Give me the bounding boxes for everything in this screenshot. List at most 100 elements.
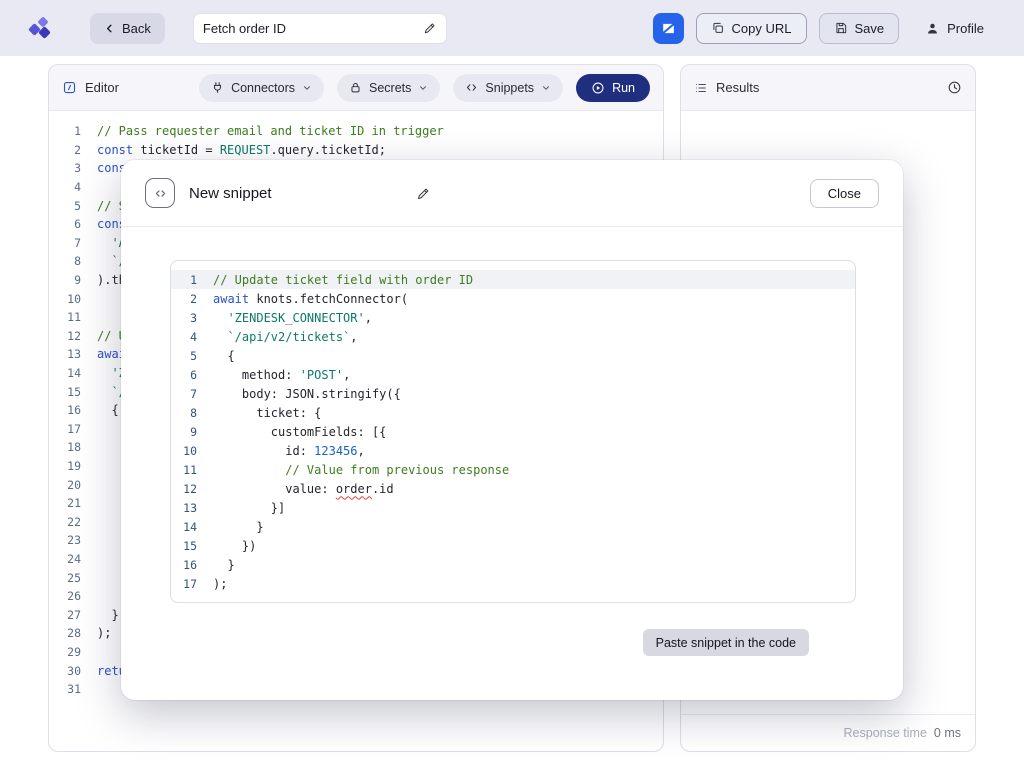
snippet-badge-icon (145, 178, 175, 208)
copy-url-label: Copy URL (732, 21, 792, 36)
line-number: 21 (49, 496, 81, 510)
line-number: 31 (49, 682, 81, 696)
line-number: 11 (171, 463, 197, 477)
line-number: 2 (49, 143, 81, 157)
run-button[interactable]: Run (576, 74, 650, 102)
close-button[interactable]: Close (810, 179, 879, 208)
line-number: 18 (49, 440, 81, 454)
modal-footer: Paste snippet in the code (170, 603, 856, 656)
code-text: body: JSON.stringify({ (213, 387, 401, 401)
line-number: 9 (171, 425, 197, 439)
back-label: Back (122, 21, 151, 36)
paste-snippet-button[interactable]: Paste snippet in the code (643, 629, 809, 656)
code-snippet-icon (465, 81, 478, 94)
profile-button[interactable]: Profile (911, 13, 998, 44)
modal-header: New snippet Close (121, 160, 903, 227)
code-text: } (97, 608, 119, 622)
snippet-code-block[interactable]: 1 // Update ticket field with order ID 2aw… (170, 260, 856, 603)
profile-label: Profile (947, 21, 984, 36)
edit-title-icon[interactable] (423, 21, 437, 35)
line-number: 5 (171, 349, 197, 363)
line-number: 12 (49, 329, 81, 343)
zendesk-logo-icon (660, 20, 677, 37)
line-number: 24 (49, 552, 81, 566)
editor-icon (62, 80, 77, 95)
save-icon (834, 21, 848, 35)
results-icon (694, 81, 708, 95)
save-label: Save (855, 21, 885, 36)
code-text: ); (213, 577, 227, 591)
connector-icon (211, 81, 224, 94)
line-number: 9 (49, 273, 81, 287)
code-text: }] (213, 501, 285, 515)
code-text: ticket: { (213, 406, 321, 420)
edit-snippet-name-icon[interactable] (416, 186, 431, 201)
line-number: 6 (49, 217, 81, 231)
line-number: 19 (49, 459, 81, 473)
code-text: value: order.id (213, 482, 394, 496)
code-line: 1 // Update ticket field with order ID (171, 270, 855, 289)
code-line: 4 `/api/v2/tickets`, (171, 327, 855, 346)
code-text: customFields: [{ (213, 425, 386, 439)
workflow-title-field[interactable] (193, 13, 447, 44)
line-number: 12 (171, 482, 197, 496)
line-number: 16 (49, 403, 81, 417)
new-snippet-modal: New snippet Close 1 // Update ticket fiel… (121, 160, 903, 700)
code-line: 16 } (171, 555, 855, 574)
chevron-left-icon (104, 23, 115, 34)
app-root: Back Copy URL (0, 0, 1024, 768)
modal-body: 1 // Update ticket field with order ID 2aw… (121, 227, 903, 656)
back-button[interactable]: Back (90, 13, 165, 44)
secrets-dropdown[interactable]: Secrets (337, 74, 440, 102)
code-line[interactable]: 2const ticketId = REQUEST.query.ticketId… (49, 141, 663, 160)
profile-icon (925, 21, 940, 36)
line-number: 17 (49, 422, 81, 436)
code-line: 15 }) (171, 536, 855, 555)
code-line: 7 body: JSON.stringify({ (171, 384, 855, 403)
response-time-label: Response time (844, 726, 927, 740)
copy-url-button[interactable]: Copy URL (696, 13, 807, 44)
save-button[interactable]: Save (819, 13, 900, 44)
code-text: ); (97, 626, 111, 640)
code-text: id: 123456, (213, 444, 365, 458)
code-line: 9 customFields: [{ (171, 422, 855, 441)
code-line: 6 method: 'POST', (171, 365, 855, 384)
line-number: 22 (49, 515, 81, 529)
run-label: Run (612, 81, 635, 95)
code-text: } (213, 558, 235, 572)
line-number: 28 (49, 626, 81, 640)
snippets-label: Snippets (485, 81, 534, 95)
code-text: { (97, 403, 119, 417)
editor-toolbar: Connectors Secrets (199, 74, 650, 102)
line-number: 25 (49, 571, 81, 585)
line-number: 29 (49, 645, 81, 659)
line-number: 13 (171, 501, 197, 515)
app-logo-icon[interactable] (26, 14, 54, 42)
code-text: { (213, 349, 235, 363)
line-number: 4 (171, 330, 197, 344)
code-line[interactable]: 1// Pass requester email and ticket ID i… (49, 122, 663, 141)
lock-icon (349, 81, 362, 94)
chevron-down-icon (541, 83, 551, 93)
snippets-dropdown[interactable]: Snippets (453, 74, 563, 102)
code-line: 10 id: 123456, (171, 441, 855, 460)
response-time-value: 0 ms (934, 726, 961, 740)
line-number: 1 (171, 273, 197, 287)
results-panel-header: Results (681, 65, 975, 111)
code-text: // Update ticket field with order ID (213, 273, 473, 287)
line-number: 4 (49, 180, 81, 194)
chevron-down-icon (302, 83, 312, 93)
line-number: 23 (49, 533, 81, 547)
zendesk-button[interactable] (653, 13, 684, 44)
connectors-dropdown[interactable]: Connectors (199, 74, 324, 102)
line-number: 27 (49, 608, 81, 622)
code-line: 2await knots.fetchConnector( (171, 289, 855, 308)
code-text: `/api/v2/tickets`, (213, 330, 358, 344)
play-icon (591, 81, 605, 95)
topbar-actions: Copy URL Save Profile (653, 13, 998, 44)
line-number: 3 (49, 161, 81, 175)
workflow-title-input[interactable] (203, 21, 417, 36)
line-number: 8 (49, 254, 81, 268)
copy-icon (711, 21, 725, 35)
history-icon[interactable] (947, 80, 962, 95)
